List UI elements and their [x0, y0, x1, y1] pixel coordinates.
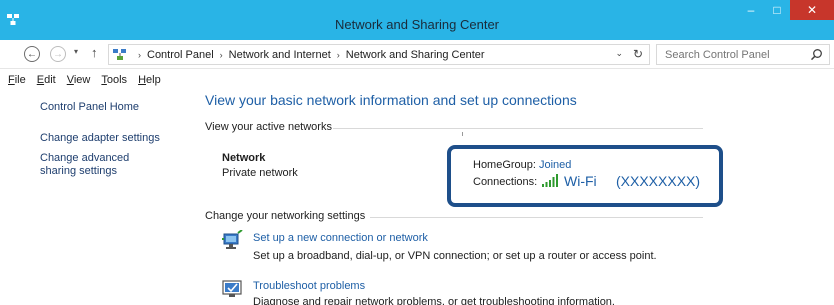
network-name: Network — [222, 152, 266, 164]
menu-edit-label: dit — [44, 74, 56, 86]
address-field[interactable]: › Control Panel › Network and Internet ›… — [108, 44, 650, 65]
search-box[interactable] — [656, 44, 830, 65]
setup-connection-description: Set up a broadband, dial-up, or VPN conn… — [253, 250, 657, 262]
maximize-button[interactable]: □ — [764, 0, 790, 20]
breadcrumb-network-and-internet[interactable]: Network and Internet — [229, 49, 331, 61]
search-icon[interactable] — [810, 48, 823, 61]
menu-bar: File Edit View Tools Help — [0, 70, 834, 90]
troubleshoot-link[interactable]: Troubleshoot problems — [253, 280, 365, 292]
breadcrumb: › Control Panel › Network and Internet ›… — [132, 49, 485, 61]
title-bar: Network and Sharing Center – □ ✕ — [0, 0, 834, 40]
recent-locations-button[interactable]: ▾ — [74, 47, 78, 56]
sidebar-item-control-panel-home[interactable]: Control Panel Home — [40, 101, 180, 114]
forward-button[interactable]: → — [50, 46, 66, 62]
window-title: Network and Sharing Center — [334, 17, 500, 32]
menu-file[interactable]: File — [8, 74, 26, 86]
close-button[interactable]: ✕ — [790, 0, 834, 20]
breadcrumb-separator[interactable]: › — [220, 50, 223, 60]
left-pane: Control Panel Home Change adapter settin… — [0, 90, 195, 305]
menu-help[interactable]: Help — [138, 74, 161, 86]
menu-file-accelerator: F — [8, 74, 15, 86]
new-connection-icon — [222, 230, 243, 249]
control-panel-icon — [113, 48, 126, 60]
search-input[interactable] — [657, 45, 797, 64]
breadcrumb-control-panel[interactable]: Control Panel — [147, 49, 214, 61]
active-networks-divider — [333, 128, 703, 129]
up-button[interactable]: ↑ — [91, 45, 98, 60]
troubleshoot-description: Diagnose and repair network problems, or… — [253, 296, 615, 305]
active-networks-heading: View your active networks — [205, 121, 332, 133]
menu-tools-label: ools — [106, 74, 128, 86]
menu-view-label: iew — [73, 74, 91, 86]
sidebar-item-change-advanced-sharing-settings[interactable]: Change advanced sharing settings — [40, 152, 168, 178]
troubleshoot-icon — [222, 280, 242, 297]
breadcrumb-network-and-sharing-center[interactable]: Network and Sharing Center — [346, 49, 485, 61]
change-settings-divider — [370, 217, 703, 218]
minimize-button[interactable]: – — [738, 0, 764, 20]
refresh-button[interactable]: ↻ — [633, 47, 643, 61]
back-button[interactable]: ← — [24, 46, 40, 62]
menu-file-label: ile — [14, 74, 26, 86]
menu-tools[interactable]: Tools — [101, 74, 127, 86]
breadcrumb-separator[interactable]: › — [138, 50, 141, 60]
menu-view[interactable]: View — [67, 74, 91, 86]
menu-edit-accelerator: E — [36, 74, 45, 86]
divider-tick — [462, 132, 463, 136]
change-settings-heading: Change your networking settings — [205, 210, 366, 222]
menu-view-accelerator: V — [66, 74, 74, 86]
address-toolbar: ← → ▾ ↑ › Control Panel › Network and In… — [0, 40, 834, 69]
menu-edit[interactable]: Edit — [37, 74, 56, 86]
setup-connection-link[interactable]: Set up a new connection or network — [253, 232, 428, 244]
address-dropdown-button[interactable]: ⌄ — [615, 48, 623, 59]
network-type: Private network — [222, 167, 298, 179]
menu-help-label: elp — [146, 74, 161, 86]
page-title: View your basic network information and … — [205, 92, 577, 108]
breadcrumb-separator[interactable]: › — [337, 50, 340, 60]
connection-highlight-frame — [447, 145, 723, 207]
sidebar-item-change-adapter-settings[interactable]: Change adapter settings — [40, 132, 180, 145]
menu-help-accelerator: H — [138, 74, 147, 86]
